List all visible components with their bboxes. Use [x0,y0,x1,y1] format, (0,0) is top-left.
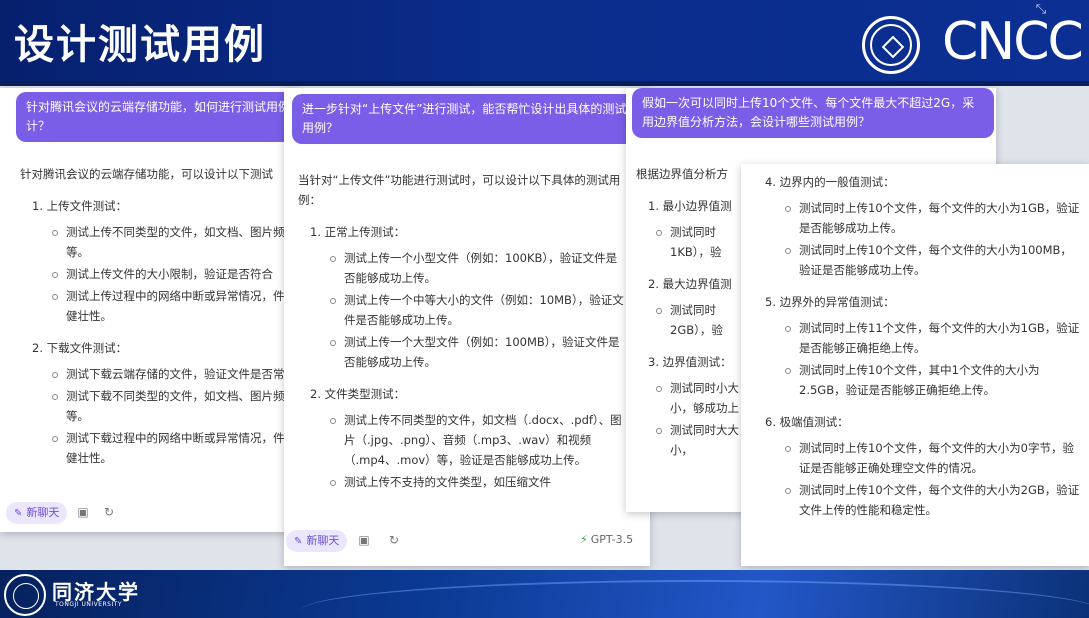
section-title: 5. 边界外的异常值测试： [765,295,895,309]
assistant-response: 根据边界值分析方 1. 最小边界值测 测试同时1KB），验 2. 最大边界值测 … [636,164,746,472]
list-item: 测试同时上传10个文件，其中1个文件的大小为2.5GB，验证是否能够正确拒绝上传… [783,360,1083,400]
section-title: 6. 极端值测试： [765,415,849,429]
list-item: 测试同时上传10个文件，每个文件的大小为0字节，验证是否能够正确处理空文件的情况… [783,438,1083,478]
section-list: 测试下载云端存储的文件，验证文件是否常下载。 测试下载不同类型的文件，如文档、图… [50,364,300,468]
ccf-emblem-icon [862,16,920,74]
assistant-response: 针对腾讯会议的云端存储功能，可以设计以下测试 1. 上传文件测试： 测试上传不同… [20,164,300,480]
university-name-en: TONGJI UNIVERSITY [55,601,123,608]
list-item: 测试同时上传10个文件，每个文件的大小为100MB，验证是否能够成功上传。 [783,240,1083,280]
section-list: 测试上传不同类型的文件，如文档、图片频、视频等。 测试上传文件的大小限制，验证是… [50,222,300,326]
brush-icon: ✎ [294,536,303,547]
list-item: 测试同时大大小， [654,420,746,460]
list-item: 测试下载云端存储的文件，验证文件是否常下载。 [50,364,300,384]
model-selector[interactable]: ⚡ GPT-3.5 [580,531,633,549]
slide-title: 设计测试用例 [14,22,266,68]
section-list: 测试同时2GB），验 [654,300,746,340]
section-title: 4. 边界内的一般值测试： [765,175,895,189]
section-title: 3. 边界值测试： [648,355,732,369]
list-item: 测试上传一个中等大小的文件（例如：10MB），验证文件是否能够成功上传。 [328,290,628,330]
list-item: 测试同时2GB），验 [654,300,746,340]
model-label: GPT-3.5 [590,533,634,546]
user-prompt: 进一步针对“上传文件”进行测试，能否帮忙设计出具体的测试用例？ [292,94,642,144]
cncc-logo: CNCC [942,12,1084,72]
layout-icon[interactable]: ▣ [356,532,372,548]
section-list: 测试同时上传11个文件，每个文件的大小为1GB，验证是否能够正确拒绝上传。 测试… [783,318,1083,400]
chat-panel-2: 进一步针对“上传文件”进行测试，能否帮忙设计出具体的测试用例？ 当针对“上传文件… [284,88,650,566]
response-intro: 当针对“上传文件”功能进行测试时，可以设计以下具体的测试用例： [298,173,621,207]
list-item: 测试同时上传10个文件，每个文件的大小为2GB，验证文件上传的性能和稳定性。 [783,480,1083,520]
history-icon[interactable]: ↻ [386,532,402,548]
list-item: 测试同时小大小，够成功上 [654,378,746,418]
list-item: 测试同时上传11个文件，每个文件的大小为1GB，验证是否能够正确拒绝上传。 [783,318,1083,358]
list-item: 测试下载过程中的网络中断或异常情况，件下载的健壮性。 [50,428,300,468]
section-title: 2. 下载文件测试： [32,341,128,355]
assistant-response: 当针对“上传文件”功能进行测试时，可以设计以下具体的测试用例： 1. 正常上传测… [298,170,628,504]
brush-icon: ✎ [14,508,23,519]
user-prompt: 针对腾讯会议的云端存储功能，如何进行测试用例计？ [16,92,300,142]
section-title: 1. 正常上传测试： [310,225,406,239]
section-title: 2. 文件类型测试： [310,387,406,401]
list-item: 测试同时上传10个文件，每个文件的大小为1GB，验证是否能够成功上传。 [783,198,1083,238]
section-title: 1. 上传文件测试： [32,199,128,213]
list-item: 测试上传不支持的文件类型，如压缩文件 [328,472,628,492]
new-chat-label: 新聊天 [306,535,340,547]
list-item: 测试上传过程中的网络中断或异常情况，件上传的健壮性。 [50,286,300,326]
list-item: 测试下载不同类型的文件，如文档、图片频、视频等。 [50,386,300,426]
section-title: 1. 最小边界值测 [648,199,732,213]
section-title: 2. 最大边界值测 [648,277,732,291]
section-list: 测试同时上传10个文件，每个文件的大小为0字节，验证是否能够正确处理空文件的情况… [783,438,1083,520]
chat-panel-1: 针对腾讯会议的云端存储功能，如何进行测试用例计？ 针对腾讯会议的云端存储功能，可… [0,88,300,532]
section-list: 测试同时1KB），验 [654,222,746,262]
slide-header: 设计测试用例 ⤡ CNCC [0,0,1089,86]
lightning-icon: ⚡ [580,533,588,546]
list-item: 测试上传不同类型的文件，如文档（.docx、.pdf）、图片（.jpg、.png… [328,410,628,470]
section-list: 测试上传不同类型的文件，如文档（.docx、.pdf）、图片（.jpg、.png… [328,410,628,492]
chat-panel-4: 4. 边界内的一般值测试： 测试同时上传10个文件，每个文件的大小为1GB，验证… [741,164,1089,566]
response-intro: 根据边界值分析方 [636,167,728,181]
response-intro: 针对腾讯会议的云端存储功能，可以设计以下测试 [20,167,273,181]
chat-toolbar: ✎ 新聊天 ▣ ↻ ⚡ GPT-3.5 [284,520,650,560]
new-chat-button[interactable]: ✎ 新聊天 [6,502,68,524]
list-item: 测试上传文件的大小限制，验证是否符合 [50,264,300,284]
list-item: 测试上传不同类型的文件，如文档、图片频、视频等。 [50,222,300,262]
section-list: 测试同时上传10个文件，每个文件的大小为1GB，验证是否能够成功上传。 测试同时… [783,198,1083,280]
list-item: 测试同时1KB），验 [654,222,746,262]
layout-icon[interactable]: ▣ [75,504,91,520]
list-item: 测试上传一个大型文件（例如：100MB），验证文件是否能够成功上传。 [328,332,628,372]
chat-toolbar: ✎ 新聊天 ▣ ↻ [0,492,300,532]
history-icon[interactable]: ↻ [101,504,117,520]
section-list: 测试上传一个小型文件（例如：100KB），验证文件是否能够成功上传。 测试上传一… [328,248,628,372]
slide-footer [0,570,1089,618]
tongji-seal-icon [4,574,46,616]
assistant-response: 4. 边界内的一般值测试： 测试同时上传10个文件，每个文件的大小为1GB，验证… [753,172,1083,532]
list-item: 测试上传一个小型文件（例如：100KB），验证文件是否能够成功上传。 [328,248,628,288]
new-chat-button[interactable]: ✎ 新聊天 [286,530,348,552]
new-chat-label: 新聊天 [26,507,60,519]
section-list: 测试同时小大小，够成功上 测试同时大大小， [654,378,746,460]
user-prompt: 假如一次可以同时上传10个文件、每个文件最大不超过2G，采用边界值分析方法，会设… [632,88,994,138]
